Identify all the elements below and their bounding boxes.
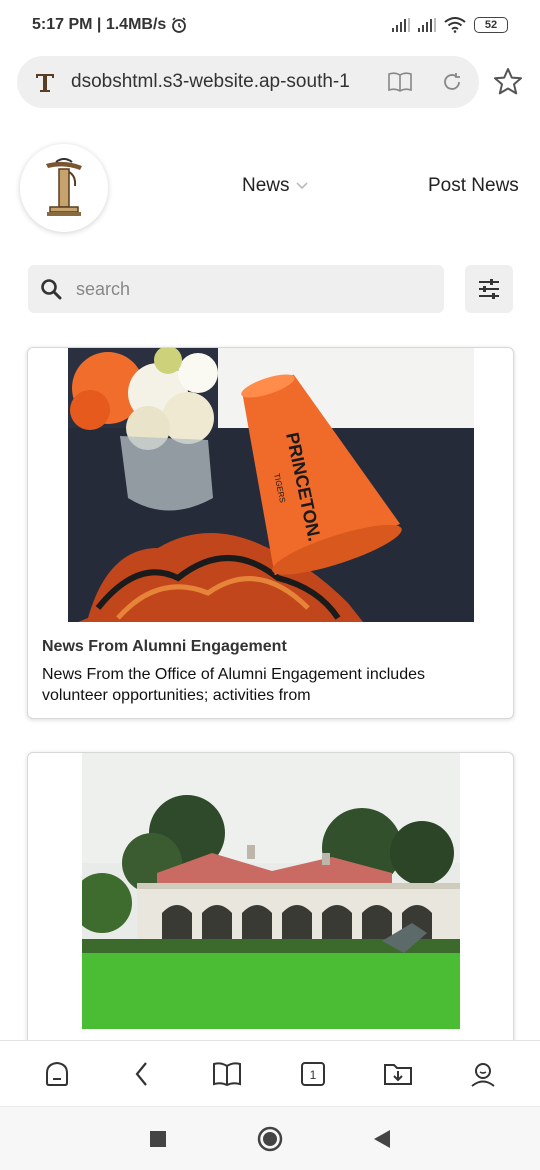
- bookmark-star-icon[interactable]: [492, 66, 524, 98]
- downloads-button[interactable]: [378, 1054, 418, 1094]
- url-text[interactable]: dsobshtml.s3-website.ap-south-1: [71, 71, 387, 93]
- search-input[interactable]: [76, 278, 376, 300]
- status-left: 5:17 PM | 1.4MB/s: [32, 16, 188, 34]
- search-bar[interactable]: [28, 265, 444, 313]
- recents-icon[interactable]: [149, 1130, 167, 1148]
- card-image-megaphone: PRINCETON. TIGERS: [68, 348, 474, 622]
- news-card[interactable]: PRINCETON. TIGERS News From Alumni Engag…: [27, 347, 514, 719]
- tabs-icon: 1: [300, 1061, 325, 1086]
- reload-icon[interactable]: [441, 71, 463, 93]
- back-triangle-icon[interactable]: [373, 1129, 391, 1149]
- reader-mode-icon[interactable]: [387, 71, 413, 93]
- tab-count: 1: [309, 1068, 316, 1082]
- home-circle-icon[interactable]: [257, 1126, 283, 1152]
- filter-button[interactable]: [465, 265, 513, 313]
- sliders-icon: [479, 279, 499, 299]
- profile-icon: [471, 1062, 495, 1087]
- card-image-building: [82, 753, 460, 1029]
- signal-icon-2: [418, 18, 436, 32]
- signal-icon: [392, 18, 410, 32]
- search-icon: [41, 279, 62, 300]
- profile-button[interactable]: [463, 1054, 503, 1094]
- nav-news-label: News: [242, 175, 290, 196]
- system-nav-bar: [0, 1106, 540, 1170]
- nav-news-dropdown[interactable]: News: [242, 175, 308, 197]
- wifi-icon: [444, 17, 466, 33]
- card-title: News From Alumni Engagement: [42, 638, 287, 655]
- address-bar[interactable]: dsobshtml.s3-website.ap-south-1: [17, 56, 479, 108]
- tabs-button[interactable]: 1: [293, 1054, 333, 1094]
- home-icon: [45, 1061, 68, 1086]
- download-folder-icon: [383, 1063, 412, 1085]
- news-card-2[interactable]: [27, 752, 514, 1052]
- status-bar: 5:17 PM | 1.4MB/s 52: [0, 0, 540, 50]
- post-news-link[interactable]: Post News: [428, 175, 519, 197]
- chevron-down-icon: [295, 182, 308, 190]
- site-logo[interactable]: [20, 144, 108, 232]
- alarm-icon: [172, 17, 187, 33]
- status-time-speed: 5:17 PM | 1.4MB/s: [32, 16, 167, 33]
- home-button[interactable]: [37, 1054, 77, 1094]
- browser-toolbar: 1: [0, 1040, 540, 1106]
- lamp-logo-icon: [46, 158, 82, 216]
- back-button[interactable]: [122, 1054, 162, 1094]
- bookmarks-button[interactable]: [207, 1054, 247, 1094]
- battery-icon: 52: [474, 17, 508, 33]
- book-icon: [213, 1061, 242, 1086]
- status-right: 52: [392, 17, 508, 33]
- site-favicon-icon: [36, 74, 54, 92]
- back-arrow-icon: [135, 1061, 147, 1086]
- card-description: News From the Office of Alumni Engagemen…: [42, 666, 425, 704]
